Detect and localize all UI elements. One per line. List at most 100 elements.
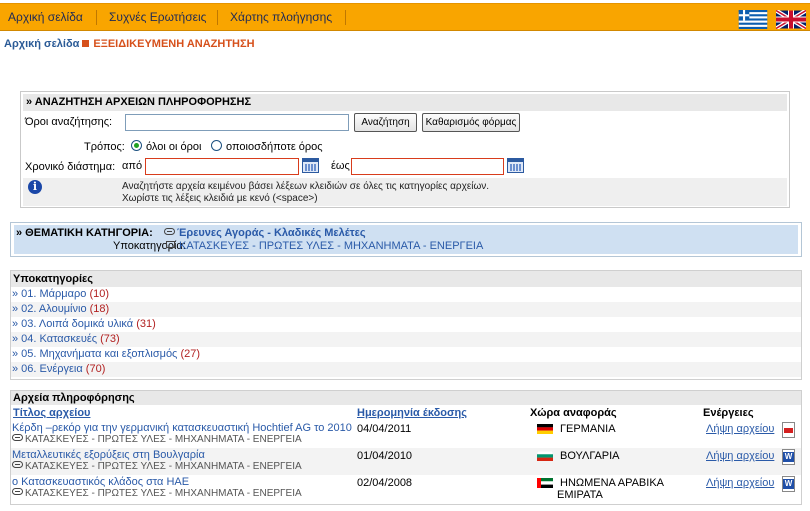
from-label: από bbox=[122, 160, 143, 172]
link-icon bbox=[12, 461, 23, 468]
download-link[interactable]: Λήψη αρχείου bbox=[706, 477, 774, 489]
greek-flag-icon[interactable] bbox=[738, 10, 768, 29]
help-text: Αναζητήστε αρχεία κειμένου βάσει λέξεων … bbox=[122, 181, 489, 205]
files-title: Αρχεία πληροφόρησης bbox=[11, 391, 801, 405]
subcategory-link[interactable]: » 06. Ενέργεια bbox=[12, 363, 83, 375]
breadcrumb-home[interactable]: Αρχική σελίδα bbox=[4, 38, 79, 50]
subcategory-item[interactable]: » 06. Ενέργεια (70) bbox=[11, 362, 801, 377]
breadcrumb: Αρχική σελίδα ΕΞΕΙΔΙΚΕΥΜΕΝΗ ΑΝΑΖΗΤΗΣΗ bbox=[4, 38, 255, 50]
sort-by-title[interactable]: Τίτλος αρχείου bbox=[13, 407, 90, 419]
sort-by-date[interactable]: Ημερομηνία έκδοσης bbox=[357, 407, 467, 419]
subcategory-count: (27) bbox=[180, 348, 200, 360]
subcategory-link[interactable]: » 02. Αλουμίνιο bbox=[12, 303, 87, 315]
help-row: i Αναζητήστε αρχεία κειμένου βάσει λέξεω… bbox=[23, 178, 787, 206]
help-line-2: Χωρίστε τις λέξεις κλειδιά με κενό (<spa… bbox=[122, 193, 318, 204]
search-panel-title: » ΑΝΑΖΗΤΗΣΗ ΑΡΧΕΙΩΝ ΠΛΗΡΟΦΟΡΗΣΗΣ bbox=[23, 94, 787, 111]
subcategory-count: (31) bbox=[136, 318, 156, 330]
mode-all-radio[interactable] bbox=[131, 140, 142, 151]
info-icon: i bbox=[28, 180, 42, 194]
link-icon bbox=[12, 488, 23, 495]
to-label: έως bbox=[331, 160, 350, 172]
main-nav: Αρχική σελίδα Συχνές Ερωτήσεις Χάρτης πλ… bbox=[0, 3, 810, 31]
file-country-line1: ΗΝΩΜΕΝΑ ΑΡΑΒΙΚΑ bbox=[560, 477, 664, 489]
download-link[interactable]: Λήψη αρχείου bbox=[706, 423, 774, 435]
file-country: ΓΕΡΜΑΝΙΑ bbox=[560, 423, 616, 435]
subcategory-item[interactable]: » 03. Λοιπά δομικά υλικά (31) bbox=[11, 317, 801, 332]
file-country: ΗΝΩΜΕΝΑ ΑΡΑΒΙΚΑ ΕΜΙΡΑΤΑ bbox=[557, 477, 664, 501]
file-country-line2: ΕΜΙΡΑΤΑ bbox=[557, 489, 603, 501]
file-country: ΒΟΥΛΓΑΡΙΑ bbox=[560, 450, 620, 462]
search-terms-input[interactable] bbox=[125, 114, 349, 131]
category-label: » ΘΕΜΑΤΙΚΗ ΚΑΤΗΓΟΡΙΑ: bbox=[16, 227, 153, 239]
word-icon[interactable] bbox=[782, 449, 795, 465]
date-to-input[interactable] bbox=[351, 158, 504, 175]
subcategory-count: (10) bbox=[89, 288, 109, 300]
help-line-1: Αναζητήστε αρχεία κειμένου βάσει λέξεων … bbox=[122, 181, 490, 192]
file-category: ΚΑΤΑΣΚΕΥΕΣ - ΠΡΩΤΕΣ ΥΛΕΣ - ΜΗΧΑΝΗΜΑΤΑ - … bbox=[12, 434, 302, 445]
actions-column-header: Ενέργειες bbox=[703, 407, 754, 419]
germany-flag-icon bbox=[537, 424, 553, 434]
breadcrumb-bullet-icon bbox=[82, 40, 90, 47]
subcategory-item[interactable]: » 01. Μάρμαρο (10) bbox=[11, 287, 801, 302]
calendar-to-icon[interactable] bbox=[507, 158, 524, 173]
file-row: Μεταλλευτικές εξορύξεις στη Βουλγαρία ΚΑ… bbox=[11, 448, 801, 475]
subcategories-title: Υποκατηγορίες bbox=[11, 271, 801, 287]
nav-faq[interactable]: Συχνές Ερωτήσεις bbox=[109, 4, 206, 30]
file-category: ΚΑΤΑΣΚΕΥΕΣ - ΠΡΩΤΕΣ ΥΛΕΣ - ΜΗΧΑΝΗΜΑΤΑ - … bbox=[12, 461, 302, 472]
subcategory-count: (73) bbox=[100, 333, 120, 345]
subcategory-count: (18) bbox=[89, 303, 110, 315]
pdf-icon[interactable] bbox=[782, 422, 795, 438]
clear-form-button[interactable]: Καθαρισμός φόρμας bbox=[422, 113, 520, 132]
uae-flag-icon bbox=[537, 478, 553, 488]
file-category-text: ΚΑΤΑΣΚΕΥΕΣ - ΠΡΩΤΕΣ ΥΛΕΣ - ΜΗΧΑΝΗΜΑΤΑ - … bbox=[25, 488, 302, 499]
mode-all-label[interactable]: όλοι οι όροι bbox=[146, 141, 201, 153]
files-panel: Αρχεία πληροφόρησης Τίτλος αρχείου Ημερο… bbox=[10, 390, 802, 505]
date-from-input[interactable] bbox=[145, 158, 299, 175]
search-panel: » ΑΝΑΖΗΤΗΣΗ ΑΡΧΕΙΩΝ ΠΛΗΡΟΦΟΡΗΣΗΣ Όροι αν… bbox=[20, 91, 790, 208]
uk-flag-icon[interactable] bbox=[776, 10, 806, 29]
subcategory-item[interactable]: » 05. Μηχανήματα και εξοπλισμός (27) bbox=[11, 347, 801, 362]
file-row: Κέρδη –ρεκόρ για την γερμανική κατασκευα… bbox=[11, 421, 801, 448]
search-button[interactable]: Αναζήτηση bbox=[354, 113, 417, 132]
subcategories-panel: Υποκατηγορίες » 01. Μάρμαρο (10) » 02. Α… bbox=[10, 270, 802, 380]
breadcrumb-current: ΕΞΕΙΔΙΚΕΥΜΕΝΗ ΑΝΑΖΗΤΗΣΗ bbox=[93, 38, 255, 50]
mode-any-label[interactable]: οποιοσδήποτε όρος bbox=[226, 141, 323, 153]
subcategory-icon bbox=[166, 241, 175, 248]
subcategory-value-link[interactable]: ΚΑΤΑΣΚΕΥΕΣ - ΠΡΩΤΕΣ ΥΛΕΣ - ΜΗΧΑΝΗΜΑΤΑ - … bbox=[166, 240, 483, 252]
bulgaria-flag-icon bbox=[537, 451, 553, 461]
nav-separator bbox=[96, 10, 97, 25]
subcategory-item[interactable]: » 04. Κατασκευές (73) bbox=[11, 332, 801, 347]
nav-sitemap[interactable]: Χάρτης πλοήγησης bbox=[230, 4, 332, 30]
subcategory-value[interactable]: ΚΑΤΑΣΚΕΥΕΣ - ΠΡΩΤΕΣ ΥΛΕΣ - ΜΗΧΑΝΗΜΑΤΑ - … bbox=[179, 240, 483, 252]
subcategory-link[interactable]: » 04. Κατασκευές bbox=[12, 333, 97, 345]
subcategory-count: (70) bbox=[85, 363, 106, 375]
search-terms-label: Όροι αναζήτησης: bbox=[25, 116, 113, 128]
calendar-from-icon[interactable] bbox=[302, 158, 319, 173]
mode-any-radio[interactable] bbox=[211, 140, 222, 151]
file-row: ο Κατασκευαστικός κλάδος στα ΗΑΕ ΚΑΤΑΣΚΕ… bbox=[11, 475, 801, 502]
file-title-link[interactable]: Μεταλλευτικές εξορύξεις στη Βουλγαρία bbox=[12, 449, 205, 461]
file-title-link[interactable]: ο Κατασκευαστικός κλάδος στα ΗΑΕ bbox=[12, 476, 189, 488]
subcategory-link[interactable]: » 03. Λοιπά δομικά υλικά bbox=[12, 318, 133, 330]
file-category-text: ΚΑΤΑΣΚΕΥΕΣ - ΠΡΩΤΕΣ ΥΛΕΣ - ΜΗΧΑΝΗΜΑΤΑ - … bbox=[25, 461, 302, 472]
subcategory-item[interactable]: » 02. Αλουμίνιο (18) bbox=[11, 302, 801, 317]
category-panel: » ΘΕΜΑΤΙΚΗ ΚΑΤΗΓΟΡΙΑ: Έρευνες Αγοράς - Κ… bbox=[10, 222, 802, 257]
nav-separator bbox=[217, 10, 218, 25]
subcategory-link[interactable]: » 01. Μάρμαρο bbox=[12, 288, 86, 300]
country-column-header: Χώρα αναφοράς bbox=[530, 407, 617, 419]
nav-separator bbox=[345, 10, 346, 25]
file-title-link[interactable]: Κέρδη –ρεκόρ για την γερμανική κατασκευα… bbox=[12, 422, 352, 434]
file-category-text: ΚΑΤΑΣΚΕΥΕΣ - ΠΡΩΤΕΣ ΥΛΕΣ - ΜΗΧΑΝΗΜΑΤΑ - … bbox=[25, 434, 302, 445]
file-date: 04/04/2011 bbox=[357, 423, 412, 435]
category-panel-body: » ΘΕΜΑΤΙΚΗ ΚΑΤΗΓΟΡΙΑ: Έρευνες Αγοράς - Κ… bbox=[14, 225, 798, 254]
file-date: 02/04/2008 bbox=[357, 477, 413, 489]
word-icon[interactable] bbox=[782, 476, 795, 492]
download-link[interactable]: Λήψη αρχείου bbox=[706, 450, 774, 462]
search-mode-label: Τρόπος: bbox=[84, 141, 125, 153]
file-category: ΚΑΤΑΣΚΕΥΕΣ - ΠΡΩΤΕΣ ΥΛΕΣ - ΜΗΧΑΝΗΜΑΤΑ - … bbox=[12, 488, 302, 499]
link-icon bbox=[12, 434, 23, 441]
subcategory-link[interactable]: » 05. Μηχανήματα και εξοπλισμός bbox=[12, 348, 177, 360]
category-value[interactable]: Έρευνες Αγοράς - Κλαδικές Μελέτες bbox=[177, 227, 366, 239]
nav-home[interactable]: Αρχική σελίδα bbox=[8, 4, 83, 30]
category-value-link[interactable]: Έρευνες Αγοράς - Κλαδικές Μελέτες bbox=[164, 227, 366, 239]
